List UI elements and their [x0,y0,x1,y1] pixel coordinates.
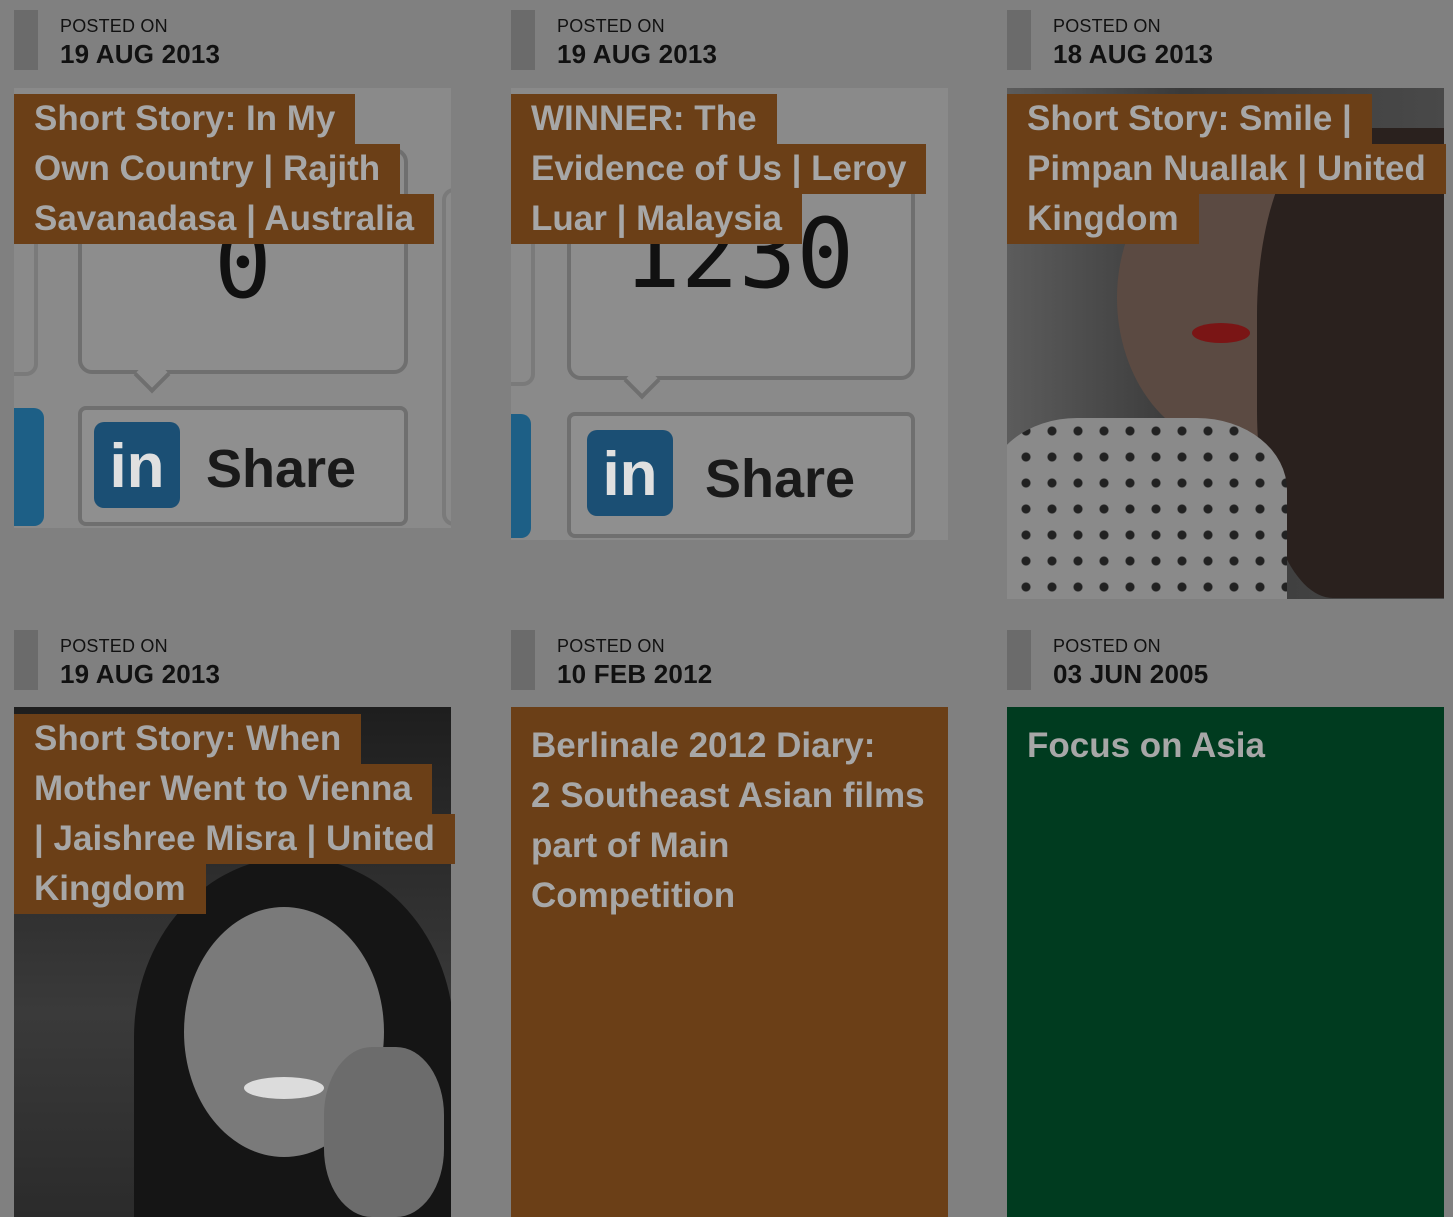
title-line[interactable]: Mother Went to Vienna [14,764,432,814]
title-line[interactable]: 2 Southeast Asian films [511,771,945,821]
title-line[interactable]: Competition [511,871,755,921]
title-line[interactable]: part of Main [511,821,749,871]
title-line[interactable]: Luar | Malaysia [511,194,803,244]
lips-shape [1192,323,1250,343]
share-label: Share [705,449,856,509]
posted-on-label: POSTED ON [1053,636,1161,656]
post-title[interactable]: WINNER: The Evidence of Us | Leroy Luar … [511,94,948,244]
title-line[interactable]: Kingdom [1007,194,1199,244]
post-title[interactable]: Short Story: When Mother Went to Vienna … [14,714,455,914]
meta-bar [14,630,38,690]
post-date: 19 AUG 2013 [557,39,718,69]
post-date: 03 JUN 2005 [1053,659,1209,689]
hand-shape [324,1047,444,1217]
meta-bar [1007,630,1031,690]
post-title[interactable]: Berlinale 2012 Diary: 2 Southeast Asian … [511,721,948,921]
linkedin-icon: in [587,430,673,516]
posted-on-label: POSTED ON [557,636,665,656]
meta-bar [511,10,535,70]
title-line[interactable]: Pimpan Nuallak | United [1007,144,1446,194]
title-line[interactable]: Berlinale 2012 Diary: [511,721,895,771]
posted-on-label: POSTED ON [60,16,168,36]
title-line[interactable]: Short Story: Smile | [1007,94,1372,144]
title-line[interactable]: Focus on Asia [1007,721,1285,771]
title-line[interactable]: Short Story: In My [14,94,356,144]
title-line[interactable]: Kingdom [14,864,206,914]
post-title[interactable]: Short Story: Smile | Pimpan Nuallak | Un… [1007,94,1446,244]
title-line[interactable]: | Jaishree Misra | United [14,814,455,864]
edge-decoration [14,408,44,526]
post-date: 10 FEB 2012 [557,659,713,689]
title-line[interactable]: Own Country | Rajith [14,144,401,194]
posted-on-label: POSTED ON [1053,16,1161,36]
color-block[interactable]: Berlinale 2012 Diary: 2 Southeast Asian … [511,707,948,1217]
post-meta: POSTED ON 03 JUN 2005 [1007,630,1444,690]
post-meta: POSTED ON 18 AUG 2013 [1007,10,1444,70]
share-label: Share [206,439,357,499]
post-meta: POSTED ON 19 AUG 2013 [14,10,451,70]
post-date: 19 AUG 2013 [60,659,221,689]
meta-bar [1007,10,1031,70]
edge-decoration [511,414,531,538]
post-title[interactable]: Short Story: In My Own Country | Rajith … [14,94,451,244]
smile-shape [244,1077,324,1099]
title-line[interactable]: Evidence of Us | Leroy [511,144,927,194]
posted-on-label: POSTED ON [557,16,665,36]
post-meta: POSTED ON 19 AUG 2013 [511,10,948,70]
color-block[interactable]: Focus on Asia [1007,707,1444,1217]
post-title[interactable]: Focus on Asia [1007,721,1444,771]
posted-on-label: POSTED ON [60,636,168,656]
post-date: 19 AUG 2013 [60,39,221,69]
post-meta: POSTED ON 19 AUG 2013 [14,630,451,690]
meta-bar [511,630,535,690]
title-line[interactable]: WINNER: The [511,94,777,144]
title-line[interactable]: Savanadasa | Australia [14,194,435,244]
linkedin-icon: in [94,422,180,508]
post-date: 18 AUG 2013 [1053,39,1214,69]
title-line[interactable]: Short Story: When [14,714,362,764]
shirt-shape [1007,418,1287,599]
post-meta: POSTED ON 10 FEB 2012 [511,630,948,690]
meta-bar [14,10,38,70]
